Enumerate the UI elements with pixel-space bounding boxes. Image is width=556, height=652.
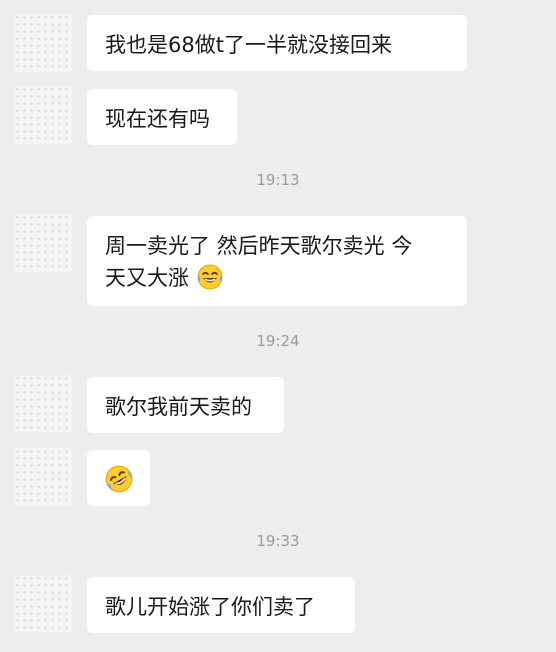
message-text: 我也是68做t了一半就没接回来 <box>105 33 392 57</box>
message-text: 歌尔我前天卖的 <box>105 395 252 419</box>
message-bubble[interactable]: 现在还有吗 <box>87 89 237 145</box>
rolling-on-floor-laughing-icon <box>105 465 133 493</box>
message-text: 天又大涨 <box>105 266 189 290</box>
face-with-tears-of-joy-icon <box>197 264 223 290</box>
message-bubble[interactable]: 周一卖光了 然后昨天歌尔卖光 今 天又大涨 <box>87 216 467 306</box>
message-bubble[interactable] <box>87 450 150 506</box>
avatar[interactable] <box>14 86 72 144</box>
avatar[interactable] <box>14 575 72 633</box>
timestamp: 19:13 <box>256 171 300 189</box>
message-text-line: 周一卖光了 然后昨天歌尔卖光 今 <box>105 234 413 258</box>
message-text: 现在还有吗 <box>105 107 210 131</box>
timestamp: 19:24 <box>256 332 300 350</box>
message-text: 歌儿开始涨了你们卖了 <box>105 595 315 619</box>
avatar[interactable] <box>14 214 72 272</box>
avatar[interactable] <box>14 375 72 433</box>
message-text-line-2: 天又大涨 <box>105 262 449 294</box>
message-bubble[interactable]: 歌尔我前天卖的 <box>87 377 284 433</box>
chat-history[interactable]: 我也是68做t了一半就没接回来 现在还有吗 19:13 周一卖光了 然后昨天歌尔… <box>0 0 556 652</box>
message-bubble[interactable]: 歌儿开始涨了你们卖了 <box>87 577 355 633</box>
avatar[interactable] <box>14 14 72 72</box>
timestamp: 19:33 <box>256 532 300 550</box>
avatar[interactable] <box>14 448 72 506</box>
message-bubble[interactable]: 我也是68做t了一半就没接回来 <box>87 15 467 71</box>
